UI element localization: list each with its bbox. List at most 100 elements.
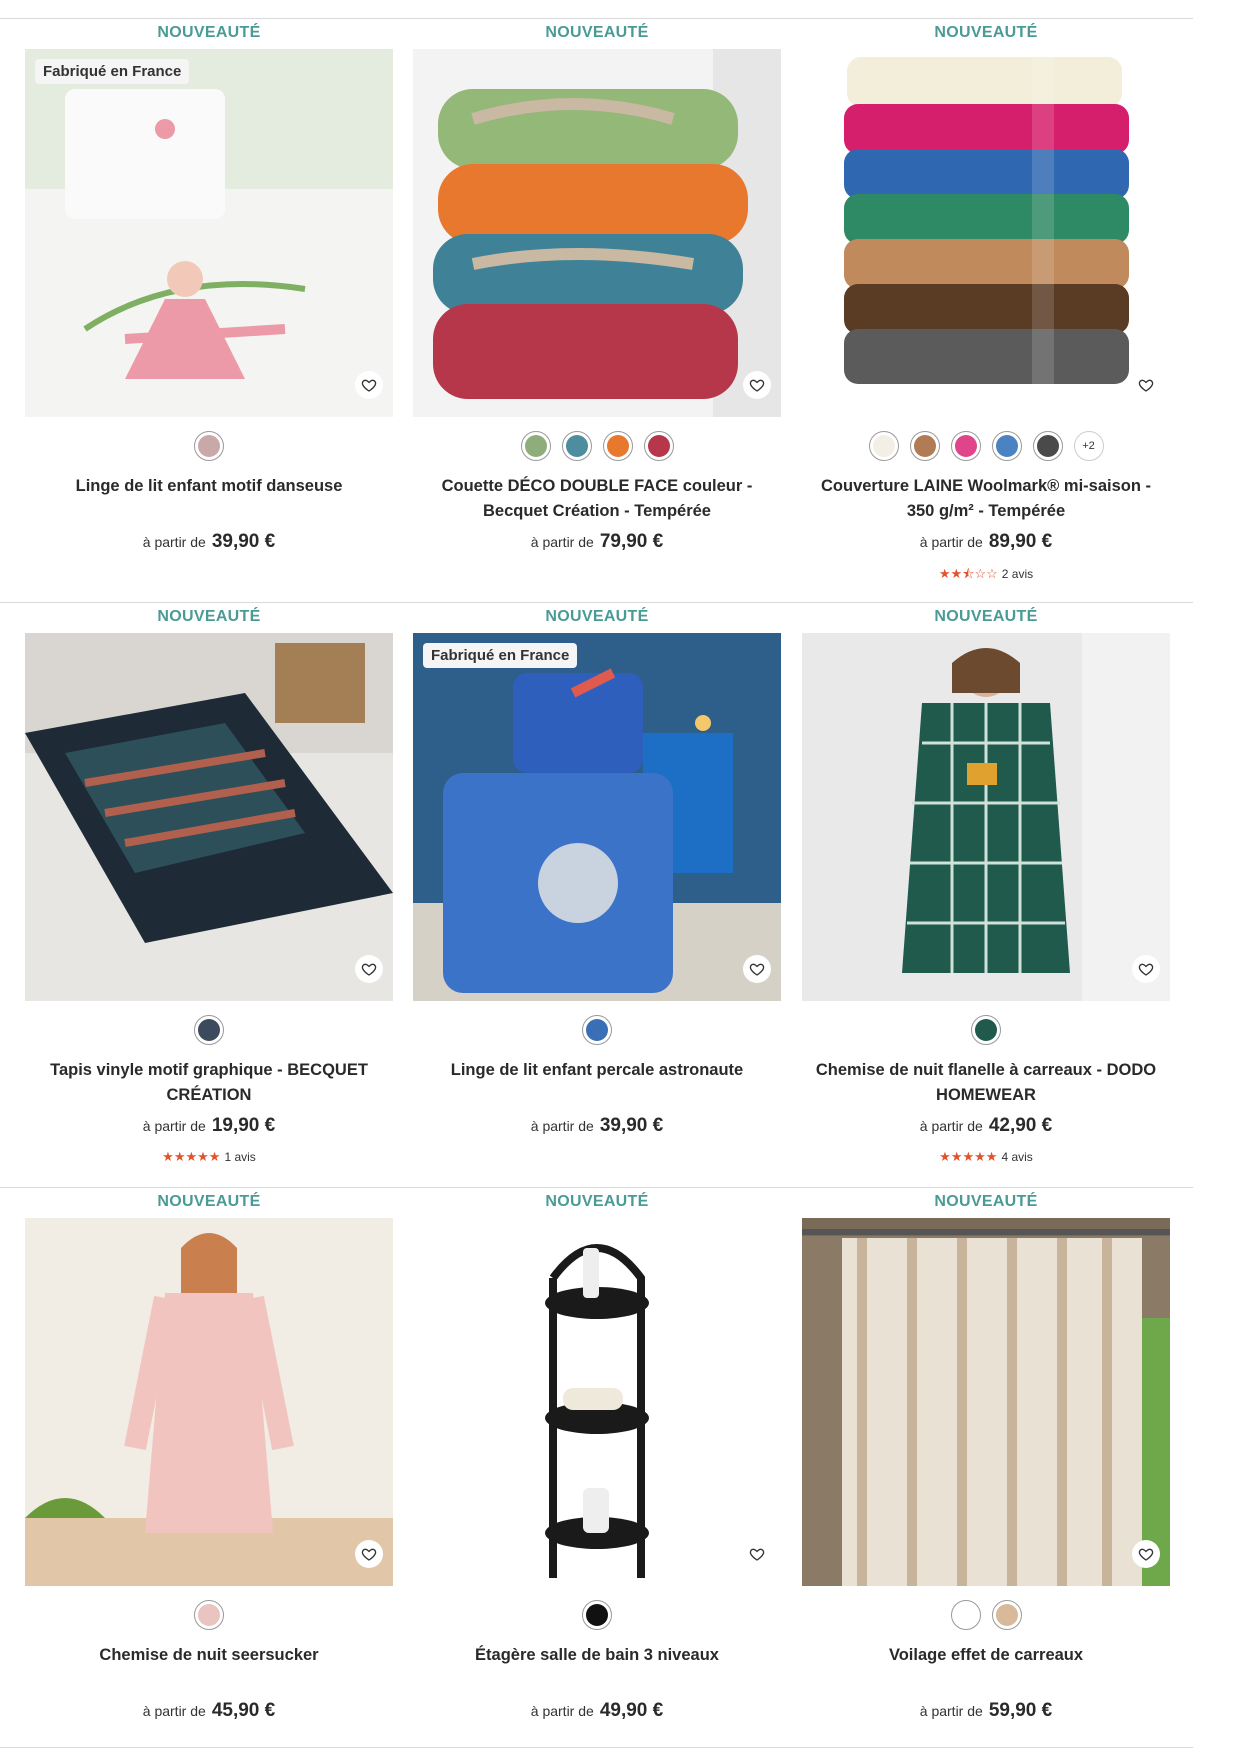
heart-icon[interactable] bbox=[743, 371, 771, 399]
product-card-9[interactable]: NOUVEAUTÉ Voilage effet de carreaux à pa… bbox=[802, 1191, 1170, 1751]
rating[interactable]: ★★★★★ 1 avis bbox=[25, 1149, 393, 1165]
product-title[interactable]: Chemise de nuit seersucker bbox=[25, 1643, 393, 1668]
product-image[interactable] bbox=[802, 49, 1170, 417]
heart-icon[interactable] bbox=[355, 371, 383, 399]
color-swatch[interactable] bbox=[991, 431, 1022, 461]
color-swatch[interactable] bbox=[194, 431, 224, 461]
heart-icon[interactable] bbox=[743, 1540, 771, 1568]
product-title[interactable]: Tapis vinyle motif graphique - BECQUET C… bbox=[25, 1058, 393, 1108]
price-value: 79,90 € bbox=[599, 531, 664, 552]
review-count: 2 avis bbox=[1001, 567, 1034, 581]
color-swatch[interactable] bbox=[868, 431, 899, 461]
color-swatch[interactable] bbox=[971, 1015, 1001, 1045]
color-swatch[interactable] bbox=[1032, 431, 1063, 461]
rating[interactable]: ★★⯪☆☆ 2 avis bbox=[802, 565, 1170, 587]
color-swatch[interactable] bbox=[582, 1015, 612, 1045]
color-swatch[interactable] bbox=[602, 431, 633, 461]
product-title[interactable]: Couette DÉCO DOUBLE FACE couleur - Becqu… bbox=[413, 474, 781, 524]
product-price: à partir de 39,90 € bbox=[25, 531, 393, 553]
color-swatch[interactable] bbox=[909, 431, 940, 461]
price-from-label: à partir de bbox=[530, 534, 594, 550]
new-badge: NOUVEAUTÉ bbox=[934, 1193, 1038, 1210]
product-price: à partir de 59,90 € bbox=[802, 1700, 1170, 1722]
product-card-8[interactable]: NOUVEAUTÉ Étagère salle de bain 3 niveau… bbox=[413, 1191, 781, 1751]
product-image[interactable] bbox=[25, 633, 393, 1001]
price-value: 45,90 € bbox=[211, 1700, 276, 1721]
price-from-label: à partir de bbox=[530, 1118, 594, 1134]
star-rating-icon: ★★★★★ bbox=[162, 1149, 221, 1164]
rating[interactable]: ★★★★★ 4 avis bbox=[802, 1149, 1170, 1165]
product-image[interactable]: Fabriqué en France bbox=[25, 49, 393, 417]
heart-icon[interactable] bbox=[355, 955, 383, 983]
heart-icon[interactable] bbox=[1132, 955, 1160, 983]
color-swatches bbox=[413, 431, 781, 461]
color-swatches bbox=[413, 1015, 781, 1045]
color-swatch[interactable] bbox=[561, 431, 592, 461]
new-badge: NOUVEAUTÉ bbox=[545, 24, 649, 41]
heart-icon[interactable] bbox=[1132, 1540, 1160, 1568]
price-value: 19,90 € bbox=[211, 1115, 276, 1136]
color-swatches bbox=[25, 1015, 393, 1045]
color-swatch[interactable] bbox=[950, 1600, 981, 1630]
color-swatches bbox=[25, 431, 393, 461]
product-title[interactable]: Linge de lit enfant motif danseuse bbox=[25, 474, 393, 499]
product-card-5[interactable]: NOUVEAUTÉ Fabriqué en France Linge de li… bbox=[413, 606, 781, 1166]
color-swatch[interactable] bbox=[520, 431, 551, 461]
color-swatches bbox=[413, 1600, 781, 1630]
price-from-label: à partir de bbox=[919, 534, 983, 550]
product-price: à partir de 42,90 € bbox=[802, 1115, 1170, 1137]
product-card-1[interactable]: NOUVEAUTÉ Fabriqué en France Linge de li… bbox=[25, 22, 393, 582]
product-price: à partir de 89,90 € bbox=[802, 531, 1170, 553]
product-image[interactable] bbox=[25, 1218, 393, 1586]
price-from-label: à partir de bbox=[530, 1703, 594, 1719]
price-value: 49,90 € bbox=[599, 1700, 664, 1721]
color-swatch[interactable] bbox=[991, 1600, 1022, 1630]
product-image[interactable] bbox=[802, 633, 1170, 1001]
product-title[interactable]: Chemise de nuit flanelle à carreaux - DO… bbox=[802, 1058, 1170, 1108]
product-image[interactable] bbox=[802, 1218, 1170, 1586]
review-count: 1 avis bbox=[224, 1150, 256, 1164]
more-colors-button[interactable]: +2 bbox=[1073, 431, 1104, 461]
color-swatches bbox=[802, 1600, 1170, 1630]
price-value: 39,90 € bbox=[599, 1115, 664, 1136]
color-swatches bbox=[25, 1600, 393, 1630]
new-badge: NOUVEAUTÉ bbox=[934, 24, 1038, 41]
price-from-label: à partir de bbox=[142, 1703, 206, 1719]
product-price: à partir de 45,90 € bbox=[25, 1700, 393, 1722]
color-swatch[interactable] bbox=[950, 431, 981, 461]
product-card-2[interactable]: NOUVEAUTÉ Couette DÉCO DOUBLE FACE coule… bbox=[413, 22, 781, 582]
color-swatch[interactable] bbox=[194, 1015, 224, 1045]
price-from-label: à partir de bbox=[919, 1703, 983, 1719]
color-swatches: +2 bbox=[802, 431, 1170, 461]
color-swatch[interactable] bbox=[194, 1600, 224, 1630]
color-swatch[interactable] bbox=[643, 431, 674, 461]
new-badge: NOUVEAUTÉ bbox=[157, 24, 261, 41]
heart-icon[interactable] bbox=[1132, 371, 1160, 399]
price-value: 42,90 € bbox=[988, 1115, 1053, 1136]
product-title[interactable]: Couverture LAINE Woolmark® mi-saison - 3… bbox=[802, 474, 1170, 524]
price-value: 39,90 € bbox=[211, 531, 276, 552]
product-card-3[interactable]: NOUVEAUTÉ +2 Couverture LAINE Woolmark® … bbox=[802, 22, 1170, 582]
product-price: à partir de 19,90 € bbox=[25, 1115, 393, 1137]
product-image[interactable] bbox=[413, 49, 781, 417]
new-badge: NOUVEAUTÉ bbox=[157, 1193, 261, 1210]
new-badge: NOUVEAUTÉ bbox=[934, 608, 1038, 625]
review-count: 4 avis bbox=[1001, 1150, 1033, 1164]
star-rating-icon: ★★⯪☆☆ bbox=[938, 566, 998, 581]
product-title[interactable]: Étagère salle de bain 3 niveaux bbox=[413, 1643, 781, 1668]
heart-icon[interactable] bbox=[355, 1540, 383, 1568]
product-image[interactable] bbox=[413, 1218, 781, 1586]
product-card-4[interactable]: NOUVEAUTÉ Tapis vinyle motif graphique -… bbox=[25, 606, 393, 1166]
color-swatch[interactable] bbox=[582, 1600, 612, 1630]
made-in-france-tag: Fabriqué en France bbox=[35, 59, 190, 84]
heart-icon[interactable] bbox=[743, 955, 771, 983]
product-card-7[interactable]: NOUVEAUTÉ Chemise de nuit seersucker à p… bbox=[25, 1191, 393, 1751]
price-value: 89,90 € bbox=[988, 531, 1053, 552]
product-title[interactable]: Voilage effet de carreaux bbox=[802, 1643, 1170, 1668]
product-title[interactable]: Linge de lit enfant percale astronaute bbox=[413, 1058, 781, 1083]
product-image[interactable]: Fabriqué en France bbox=[413, 633, 781, 1001]
product-card-6[interactable]: NOUVEAUTÉ Chemise de nuit flanelle à car… bbox=[802, 606, 1170, 1166]
product-price: à partir de 49,90 € bbox=[413, 1700, 781, 1722]
new-badge: NOUVEAUTÉ bbox=[157, 608, 261, 625]
row-separator bbox=[0, 18, 1193, 19]
